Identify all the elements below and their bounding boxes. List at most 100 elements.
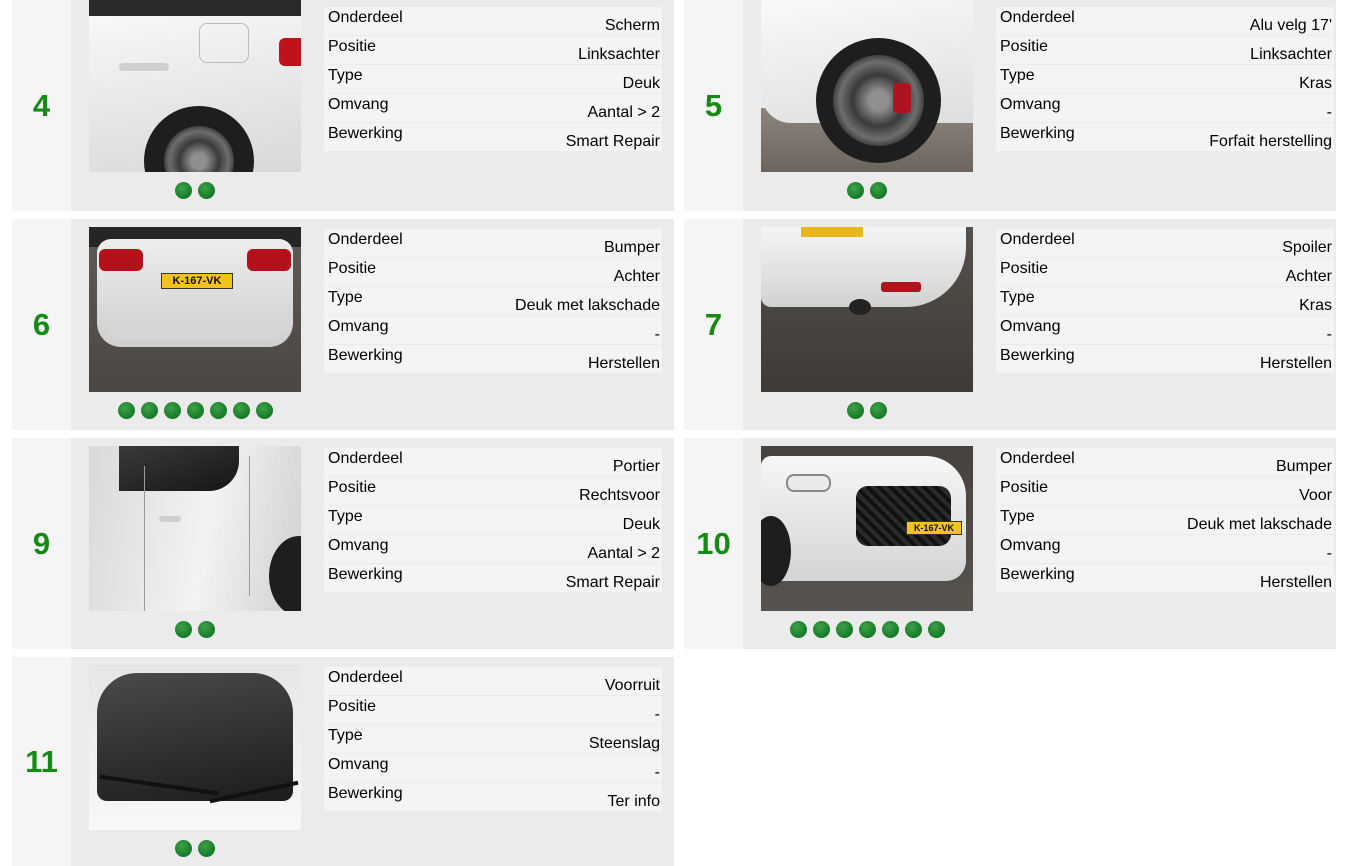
photo-dot[interactable] (175, 182, 192, 199)
damage-card: 5 Onderdeel Alu velg 17' Positie Linksacht… (684, 0, 1336, 211)
damage-photo[interactable] (761, 0, 973, 172)
detail-row: Bewerking Herstellen (996, 564, 1334, 592)
photo-dot[interactable] (198, 182, 215, 199)
detail-label: Onderdeel (328, 450, 403, 467)
detail-value: - (1326, 326, 1332, 343)
detail-label: Type (328, 727, 363, 744)
photo-dot[interactable] (927, 621, 945, 638)
photo-dot[interactable] (198, 840, 215, 857)
detail-value: Herstellen (587, 355, 660, 372)
photo-dot[interactable] (117, 402, 135, 419)
photo-dot[interactable] (835, 621, 853, 638)
photo-dots (89, 402, 301, 422)
detail-label: Positie (328, 260, 377, 277)
detail-row: Positie Linksachter (996, 36, 1334, 64)
photo-dot[interactable] (232, 402, 250, 419)
detail-value: Kras (1299, 75, 1332, 92)
damage-details: Onderdeel Scherm Positie Linksachter Type D… (324, 7, 662, 152)
detail-value: - (1326, 104, 1332, 121)
detail-row: Omvang - (996, 535, 1334, 563)
damage-photo[interactable] (89, 446, 301, 611)
damage-photo[interactable] (89, 665, 301, 830)
detail-label: Omvang (328, 318, 389, 335)
detail-row: Bewerking Forfait herstelling (996, 123, 1334, 151)
detail-value: Linksachter (1250, 46, 1332, 63)
damage-photo[interactable]: K-167-VK (89, 227, 301, 392)
detail-value: - (654, 706, 660, 723)
detail-label: Onderdeel (1000, 450, 1075, 467)
photo-dot[interactable] (789, 621, 807, 638)
damage-details: Onderdeel Voorruit Positie - Type Steenslag… (324, 667, 662, 812)
photo-dot[interactable] (870, 402, 887, 419)
detail-row: Positie Achter (996, 258, 1334, 286)
detail-row: Onderdeel Bumper (324, 229, 662, 257)
photo-dot[interactable] (858, 621, 876, 638)
photo-dot[interactable] (881, 621, 899, 638)
detail-row: Bewerking Smart Repair (324, 564, 662, 592)
detail-value: Scherm (604, 17, 660, 34)
detail-row: Type Kras (996, 287, 1334, 315)
photo-dot[interactable] (140, 402, 158, 419)
detail-value: Deuk met lakschade (1187, 516, 1332, 533)
photo-dot[interactable] (904, 621, 922, 638)
damage-card: 4 Onderdeel Scherm Positie Linksachter Typ… (12, 0, 674, 211)
detail-value: Linksachter (578, 46, 660, 63)
damage-number: 10 (696, 525, 731, 561)
damage-details: Onderdeel Bumper Positie Achter Type Deuk m… (324, 229, 662, 374)
detail-row: Omvang - (324, 754, 662, 782)
detail-label: Positie (1000, 479, 1049, 496)
detail-value: Forfait herstelling (1209, 133, 1332, 150)
number-column: 7 (684, 219, 743, 430)
detail-row: Onderdeel Portier (324, 448, 662, 476)
detail-label: Bewerking (1000, 566, 1075, 583)
detail-label: Bewerking (328, 125, 403, 142)
damage-photo[interactable] (761, 227, 973, 392)
photo-dot[interactable] (175, 840, 192, 857)
detail-label: Positie (328, 479, 377, 496)
damage-photo[interactable] (89, 0, 301, 172)
detail-label: Type (328, 508, 363, 525)
detail-row: Positie Achter (324, 258, 662, 286)
damage-card: 7 Onderdeel Spoiler Positie Achter Type Kra… (684, 219, 1336, 430)
detail-value: Achter (1285, 268, 1332, 285)
detail-row: Bewerking Herstellen (324, 345, 662, 373)
detail-label: Type (1000, 289, 1035, 306)
photo-dot[interactable] (175, 621, 192, 638)
detail-value: Smart Repair (565, 133, 660, 150)
detail-row: Positie Voor (996, 477, 1334, 505)
detail-row: Onderdeel Alu velg 17' (996, 7, 1334, 35)
photo-dot[interactable] (186, 402, 204, 419)
detail-value: - (654, 326, 660, 343)
photo-dot[interactable] (209, 402, 227, 419)
photo-dot[interactable] (255, 402, 273, 419)
detail-row: Bewerking Ter info (324, 783, 662, 811)
damage-card: 11 Onderdeel Voorruit Positie - Type Steens… (12, 657, 674, 866)
photo-dots (89, 182, 301, 202)
detail-row: Positie - (324, 696, 662, 724)
number-column: 4 (12, 0, 71, 211)
damage-number: 5 (704, 87, 723, 123)
photo-dot[interactable] (163, 402, 181, 419)
damage-photo[interactable]: K-167-VK (761, 446, 973, 611)
detail-row: Onderdeel Spoiler (996, 229, 1334, 257)
detail-label: Positie (1000, 260, 1049, 277)
damage-card: 9 Onderdeel Portier Positie Rechtsvoor Typ… (12, 438, 674, 649)
detail-value: Smart Repair (565, 574, 660, 591)
photo-dot[interactable] (812, 621, 830, 638)
photo-dot[interactable] (870, 182, 887, 199)
detail-value: Steenslag (588, 735, 660, 752)
detail-value: Rechtsvoor (579, 487, 660, 504)
number-column: 11 (12, 657, 71, 866)
detail-value: Spoiler (1282, 239, 1332, 256)
detail-label: Omvang (1000, 537, 1061, 554)
detail-label: Bewerking (1000, 125, 1075, 142)
detail-label: Omvang (328, 537, 389, 554)
photo-dots (761, 402, 973, 422)
photo-dot[interactable] (847, 182, 864, 199)
detail-label: Positie (328, 38, 377, 55)
photo-dot[interactable] (198, 621, 215, 638)
photo-dot[interactable] (847, 402, 864, 419)
detail-row: Onderdeel Scherm (324, 7, 662, 35)
detail-label: Onderdeel (328, 9, 403, 26)
detail-label: Type (328, 67, 363, 84)
